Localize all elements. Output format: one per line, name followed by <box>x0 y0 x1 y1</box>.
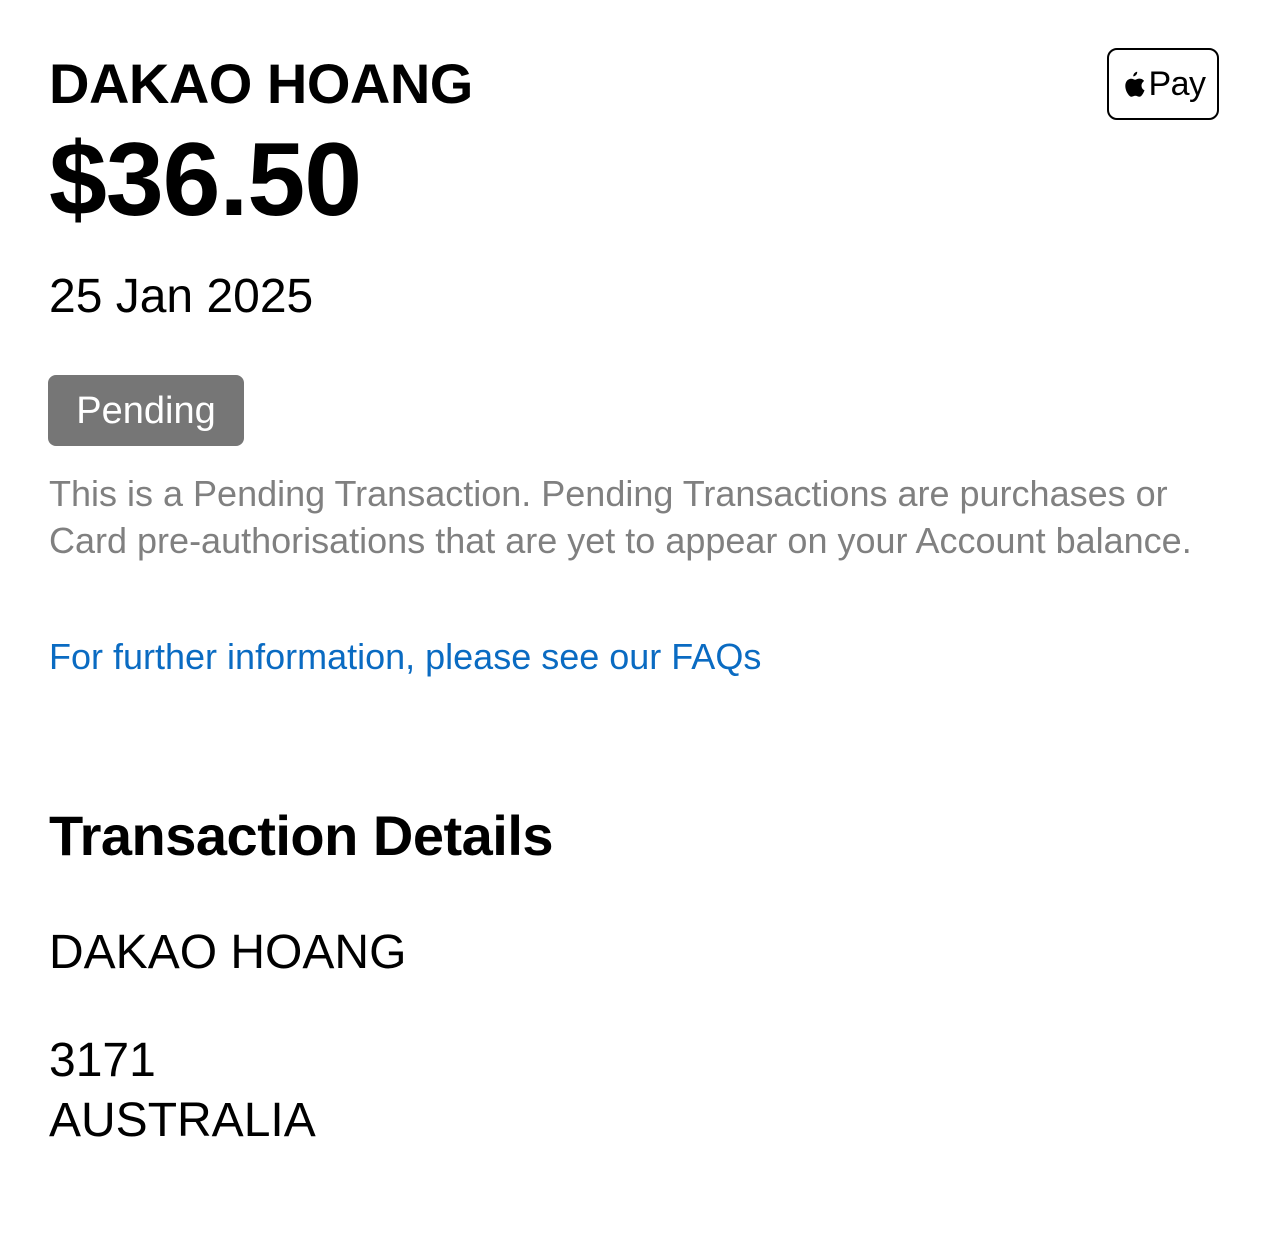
status-badge: Pending <box>48 375 244 446</box>
transaction-amount: $36.50 <box>49 122 362 238</box>
status-badge-label: Pending <box>76 389 216 432</box>
transaction-details-heading: Transaction Details <box>49 804 554 867</box>
detail-postcode: 3171 <box>49 1034 156 1087</box>
apple-pay-badge: Pay <box>1107 48 1219 120</box>
apple-logo-icon <box>1125 71 1145 97</box>
detail-country: AUSTRALIA <box>49 1094 316 1147</box>
detail-merchant-name: DAKAO HOANG <box>49 926 407 979</box>
transaction-date: 25 Jan 2025 <box>49 270 314 323</box>
pending-description: This is a Pending Transaction. Pending T… <box>49 473 1192 561</box>
faq-link[interactable]: For further information, please see our … <box>49 633 761 681</box>
merchant-title: DAKAO HOANG <box>49 52 473 115</box>
apple-pay-label: Pay <box>1148 65 1206 103</box>
